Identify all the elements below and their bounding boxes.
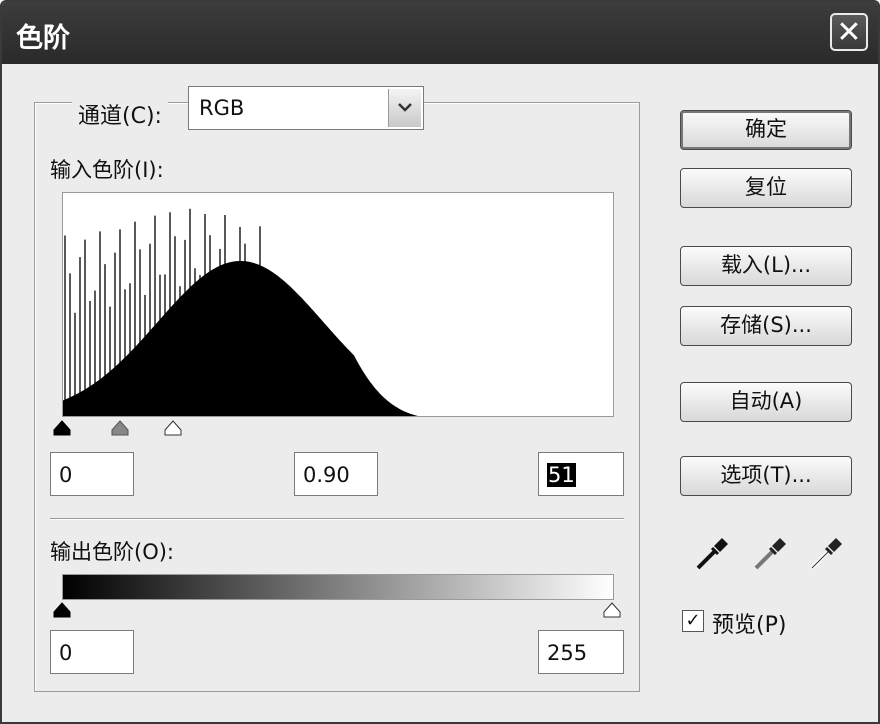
auto-button[interactable]: 自动(A)	[680, 382, 852, 422]
histogram-graph	[63, 208, 418, 416]
channel-label: 通道(C):	[72, 98, 168, 130]
reset-button[interactable]: 复位	[680, 168, 852, 208]
preview-checkbox[interactable]: ✓	[682, 610, 704, 632]
input-white-point-handle[interactable]	[163, 420, 183, 436]
options-button[interactable]: 选项(T)...	[680, 456, 852, 496]
output-white-field[interactable]: 255	[538, 630, 624, 674]
check-icon: ✓	[685, 610, 701, 631]
input-gamma-handle[interactable]	[110, 420, 130, 436]
white-eyedropper-icon[interactable]	[806, 534, 846, 574]
channel-select-value: RGB	[199, 96, 245, 120]
input-black-field[interactable]: 0	[50, 452, 134, 496]
input-black-value: 0	[59, 463, 73, 487]
output-black-value: 0	[59, 641, 73, 665]
dialog-body: 通道(C): RGB 输入色阶(I): 0 0.90 51 输出色阶(O): 0…	[2, 64, 878, 722]
ok-button[interactable]: 确定	[680, 110, 852, 150]
chevron-down-icon[interactable]	[388, 89, 421, 127]
title-bar[interactable]: 色阶 ✕	[2, 2, 878, 64]
output-gradient-bar	[62, 574, 614, 600]
levels-dialog: 色阶 ✕ 通道(C): RGB 输入色阶(I): 0 0.90 51 输出色阶(…	[0, 0, 880, 724]
output-black-field[interactable]: 0	[50, 630, 134, 674]
input-white-field[interactable]: 51	[538, 452, 624, 496]
gray-eyedropper-icon[interactable]	[750, 534, 790, 574]
input-levels-label: 输入色阶(I):	[50, 158, 164, 182]
close-icon: ✕	[836, 15, 862, 50]
output-white-value: 255	[547, 641, 588, 665]
input-gamma-field[interactable]: 0.90	[294, 452, 378, 496]
load-button[interactable]: 载入(L)...	[680, 246, 852, 286]
input-levels-slider[interactable]	[52, 420, 624, 440]
input-white-value: 51	[547, 463, 576, 487]
output-levels-slider[interactable]	[52, 602, 624, 622]
output-black-point-handle[interactable]	[52, 602, 72, 618]
save-button[interactable]: 存储(S)...	[680, 306, 852, 346]
section-divider	[50, 518, 624, 520]
preview-label: 预览(P)	[712, 613, 787, 638]
histogram	[62, 192, 614, 417]
close-button[interactable]: ✕	[830, 13, 868, 51]
output-levels-label: 输出色阶(O):	[50, 540, 174, 564]
output-white-point-handle[interactable]	[602, 602, 622, 618]
channel-select[interactable]: RGB	[188, 86, 424, 130]
input-gamma-value: 0.90	[303, 463, 350, 487]
black-eyedropper-icon[interactable]	[692, 534, 732, 574]
window-title: 色阶	[16, 23, 70, 54]
input-black-point-handle[interactable]	[52, 420, 72, 436]
